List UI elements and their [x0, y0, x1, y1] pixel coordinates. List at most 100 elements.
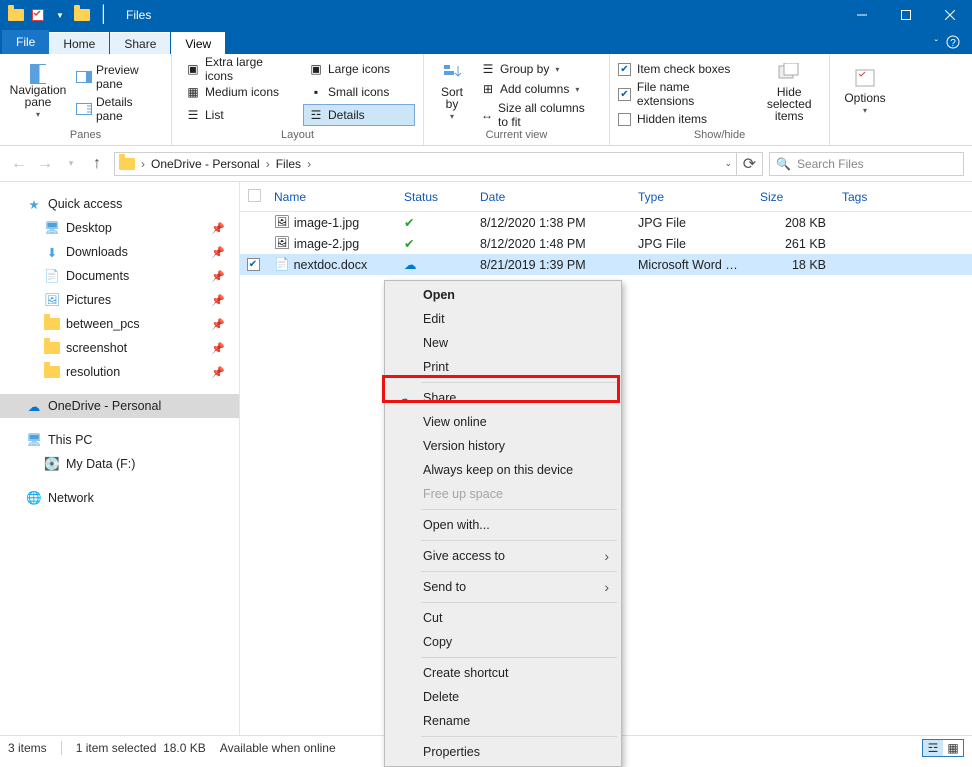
cm-open-with[interactable]: Open with... — [387, 513, 619, 537]
window-title: Files — [126, 8, 151, 22]
close-button[interactable] — [928, 0, 972, 30]
tab-share[interactable]: Share — [110, 32, 170, 54]
col-name[interactable]: Name — [266, 190, 396, 204]
cm-rename[interactable]: Rename — [387, 709, 619, 733]
nav-downloads[interactable]: ⬇Downloads📌 — [0, 240, 239, 264]
cm-share[interactable]: ☁Share — [387, 386, 619, 410]
layout-extra-large[interactable]: ▣Extra large icons — [180, 58, 299, 80]
cloud-status-icon: ☁ — [404, 258, 417, 272]
col-status[interactable]: Status — [396, 190, 472, 204]
groupby-button[interactable]: ☰Group by▾ — [476, 60, 601, 78]
nav-pane-label: Navigation pane — [10, 84, 67, 108]
file-row[interactable]: 🖼image-2.jpg ✔ 8/12/2020 1:48 PM JPG Fil… — [240, 233, 972, 254]
file-row[interactable]: ✔ 📄nextdoc.docx ☁ 8/21/2019 1:39 PM Micr… — [240, 254, 972, 275]
cm-version-history[interactable]: Version history — [387, 434, 619, 458]
sizeall-button[interactable]: ↔Size all columns to fit — [476, 100, 601, 130]
cm-create-shortcut[interactable]: Create shortcut — [387, 661, 619, 685]
ribbon-collapse-icon[interactable]: ˇ — [935, 39, 938, 50]
layout-large[interactable]: ▣Large icons — [303, 58, 415, 80]
itemcheck-checkbox[interactable]: ✔Item check boxes — [618, 60, 749, 78]
refresh-button[interactable]: ⟳ — [737, 152, 763, 176]
tab-home[interactable]: Home — [49, 32, 109, 54]
nav-network[interactable]: 🌐Network — [0, 486, 239, 510]
cm-edit[interactable]: Edit — [387, 307, 619, 331]
tab-view[interactable]: View — [171, 32, 225, 54]
nav-documents[interactable]: 📄Documents📌 — [0, 264, 239, 288]
options-button[interactable]: Options ▾ — [838, 58, 892, 126]
hidden-checkbox[interactable]: Hidden items — [618, 110, 749, 128]
tab-file[interactable]: File — [2, 30, 49, 54]
col-date[interactable]: Date — [472, 190, 630, 204]
search-input[interactable]: 🔍 Search Files — [769, 152, 964, 176]
layout-small[interactable]: ▪Small icons — [303, 81, 415, 103]
cm-give-access[interactable]: Give access to — [387, 544, 619, 568]
status-availability: Available when online — [220, 741, 336, 755]
minimize-button[interactable] — [840, 0, 884, 30]
preview-pane-icon — [76, 69, 92, 85]
currentview-group-label: Current view — [432, 127, 601, 145]
svg-text:?: ? — [950, 38, 956, 49]
cm-properties[interactable]: Properties — [387, 740, 619, 764]
network-icon: 🌐 — [26, 490, 42, 506]
ribbon-tabs: File Home Share View ˇ ? — [0, 30, 972, 54]
qat-properties-icon[interactable] — [28, 5, 48, 25]
pin-icon: 📌 — [211, 246, 225, 259]
layout-details[interactable]: ☲Details — [303, 104, 415, 126]
file-row[interactable]: 🖼image-1.jpg ✔ 8/12/2020 1:38 PM JPG Fil… — [240, 212, 972, 233]
addcolumns-button[interactable]: ⊞Add columns▾ — [476, 80, 601, 98]
maximize-button[interactable] — [884, 0, 928, 30]
col-size[interactable]: Size — [752, 190, 834, 204]
nav-pictures[interactable]: 🖼Pictures📌 — [0, 288, 239, 312]
layout-medium[interactable]: ▦Medium icons — [180, 81, 299, 103]
nav-thispc[interactable]: 🖥This PC — [0, 428, 239, 452]
sortby-button[interactable]: Sort by ▾ — [432, 58, 472, 126]
nav-onedrive[interactable]: ☁OneDrive - Personal — [0, 394, 239, 418]
breadcrumb-dropdown[interactable]: ⌄ — [720, 153, 736, 175]
breadcrumb-onedrive[interactable]: OneDrive - Personal — [147, 153, 264, 175]
extensions-checkbox[interactable]: ✔File name extensions — [618, 78, 749, 110]
nav-screenshot[interactable]: screenshot📌 — [0, 336, 239, 360]
nav-mydata[interactable]: 💽My Data (F:) — [0, 452, 239, 476]
docx-icon: 📄 — [274, 257, 290, 272]
cm-copy[interactable]: Copy — [387, 630, 619, 654]
cm-print[interactable]: Print — [387, 355, 619, 379]
preview-pane-button[interactable]: Preview pane — [72, 62, 163, 92]
cm-send-to[interactable]: Send to — [387, 575, 619, 599]
forward-button[interactable]: → — [34, 153, 56, 175]
nav-pane-button[interactable]: Navigation pane ▾ — [8, 58, 68, 126]
cm-view-online[interactable]: View online — [387, 410, 619, 434]
hide-selected-button[interactable]: Hide selected items — [757, 58, 821, 126]
cm-delete[interactable]: Delete — [387, 685, 619, 709]
desktop-icon: 🖥 — [44, 220, 60, 236]
recent-locations-button[interactable]: ▾ — [60, 153, 82, 175]
col-tags[interactable]: Tags — [834, 190, 904, 204]
cm-always-keep[interactable]: Always keep on this device — [387, 458, 619, 482]
title-bar: ▼ │ Files — [0, 0, 972, 30]
folder-icon — [119, 158, 135, 170]
layout-list[interactable]: ☰List — [180, 104, 299, 126]
row-checkbox[interactable]: ✔ — [247, 258, 260, 271]
nav-resolution[interactable]: resolution📌 — [0, 360, 239, 384]
up-button[interactable]: ↑ — [86, 153, 108, 175]
qat-newfolder-icon[interactable] — [72, 5, 92, 25]
qat-down-icon[interactable]: ▼ — [50, 5, 70, 25]
nav-quick-access[interactable]: ★Quick access — [0, 192, 239, 216]
breadcrumb[interactable]: › OneDrive - Personal › Files › ⌄ — [114, 152, 737, 176]
cm-new[interactable]: New — [387, 331, 619, 355]
col-type[interactable]: Type — [630, 190, 752, 204]
list-icon: ☰ — [185, 107, 201, 123]
view-details-button[interactable]: ☲ — [923, 740, 943, 756]
breadcrumb-files[interactable]: Files — [272, 153, 305, 175]
select-all-checkbox[interactable] — [248, 189, 261, 202]
cm-open[interactable]: Open — [387, 283, 619, 307]
nav-betweenpcs[interactable]: between_pcs📌 — [0, 312, 239, 336]
groupby-icon: ☰ — [480, 61, 496, 77]
help-icon[interactable]: ? — [946, 35, 960, 54]
back-button[interactable]: ← — [8, 153, 30, 175]
nav-desktop[interactable]: 🖥Desktop📌 — [0, 216, 239, 240]
panes-group-label: Panes — [8, 127, 163, 145]
view-thumbnails-button[interactable]: ▦ — [943, 740, 963, 756]
cm-free-up: Free up space — [387, 482, 619, 506]
details-pane-button[interactable]: Details pane — [72, 94, 163, 124]
cm-cut[interactable]: Cut — [387, 606, 619, 630]
